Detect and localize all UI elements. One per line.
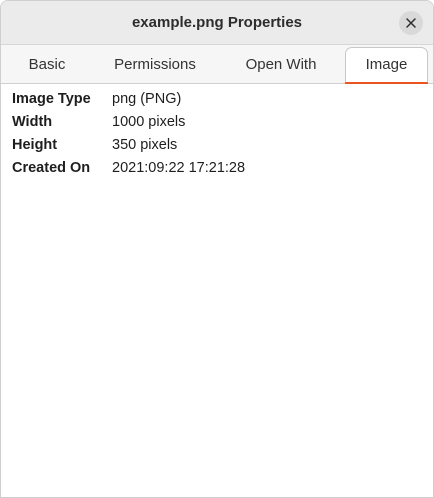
close-button[interactable] (399, 11, 423, 35)
property-label: Height (12, 137, 58, 153)
close-icon (406, 18, 416, 28)
property-value: 350 pixels (112, 137, 178, 153)
tab-open-with[interactable]: Open With (220, 48, 342, 82)
property-value: png (PNG) (112, 91, 182, 107)
property-label: Width (12, 114, 53, 130)
property-label: Created On (12, 160, 91, 176)
property-value: 1000 pixels (112, 114, 186, 130)
property-label: Image Type (12, 91, 91, 107)
image-properties-panel: Image Type png (PNG) Width 1000 pixels H… (1, 84, 433, 497)
titlebar: example.png Properties (1, 1, 433, 45)
tab-bar: Basic Permissions Open With Image (1, 45, 433, 85)
tab-basic[interactable]: Basic (1, 48, 93, 82)
tab-image[interactable]: Image (345, 47, 428, 85)
properties-dialog: example.png Properties Basic Permissions… (0, 0, 434, 498)
window-title: example.png Properties (131, 14, 303, 31)
tab-image-label: Image (365, 56, 408, 73)
tab-permissions[interactable]: Permissions (96, 48, 214, 82)
property-value: 2021:09:22 17:21:28 (112, 160, 246, 176)
